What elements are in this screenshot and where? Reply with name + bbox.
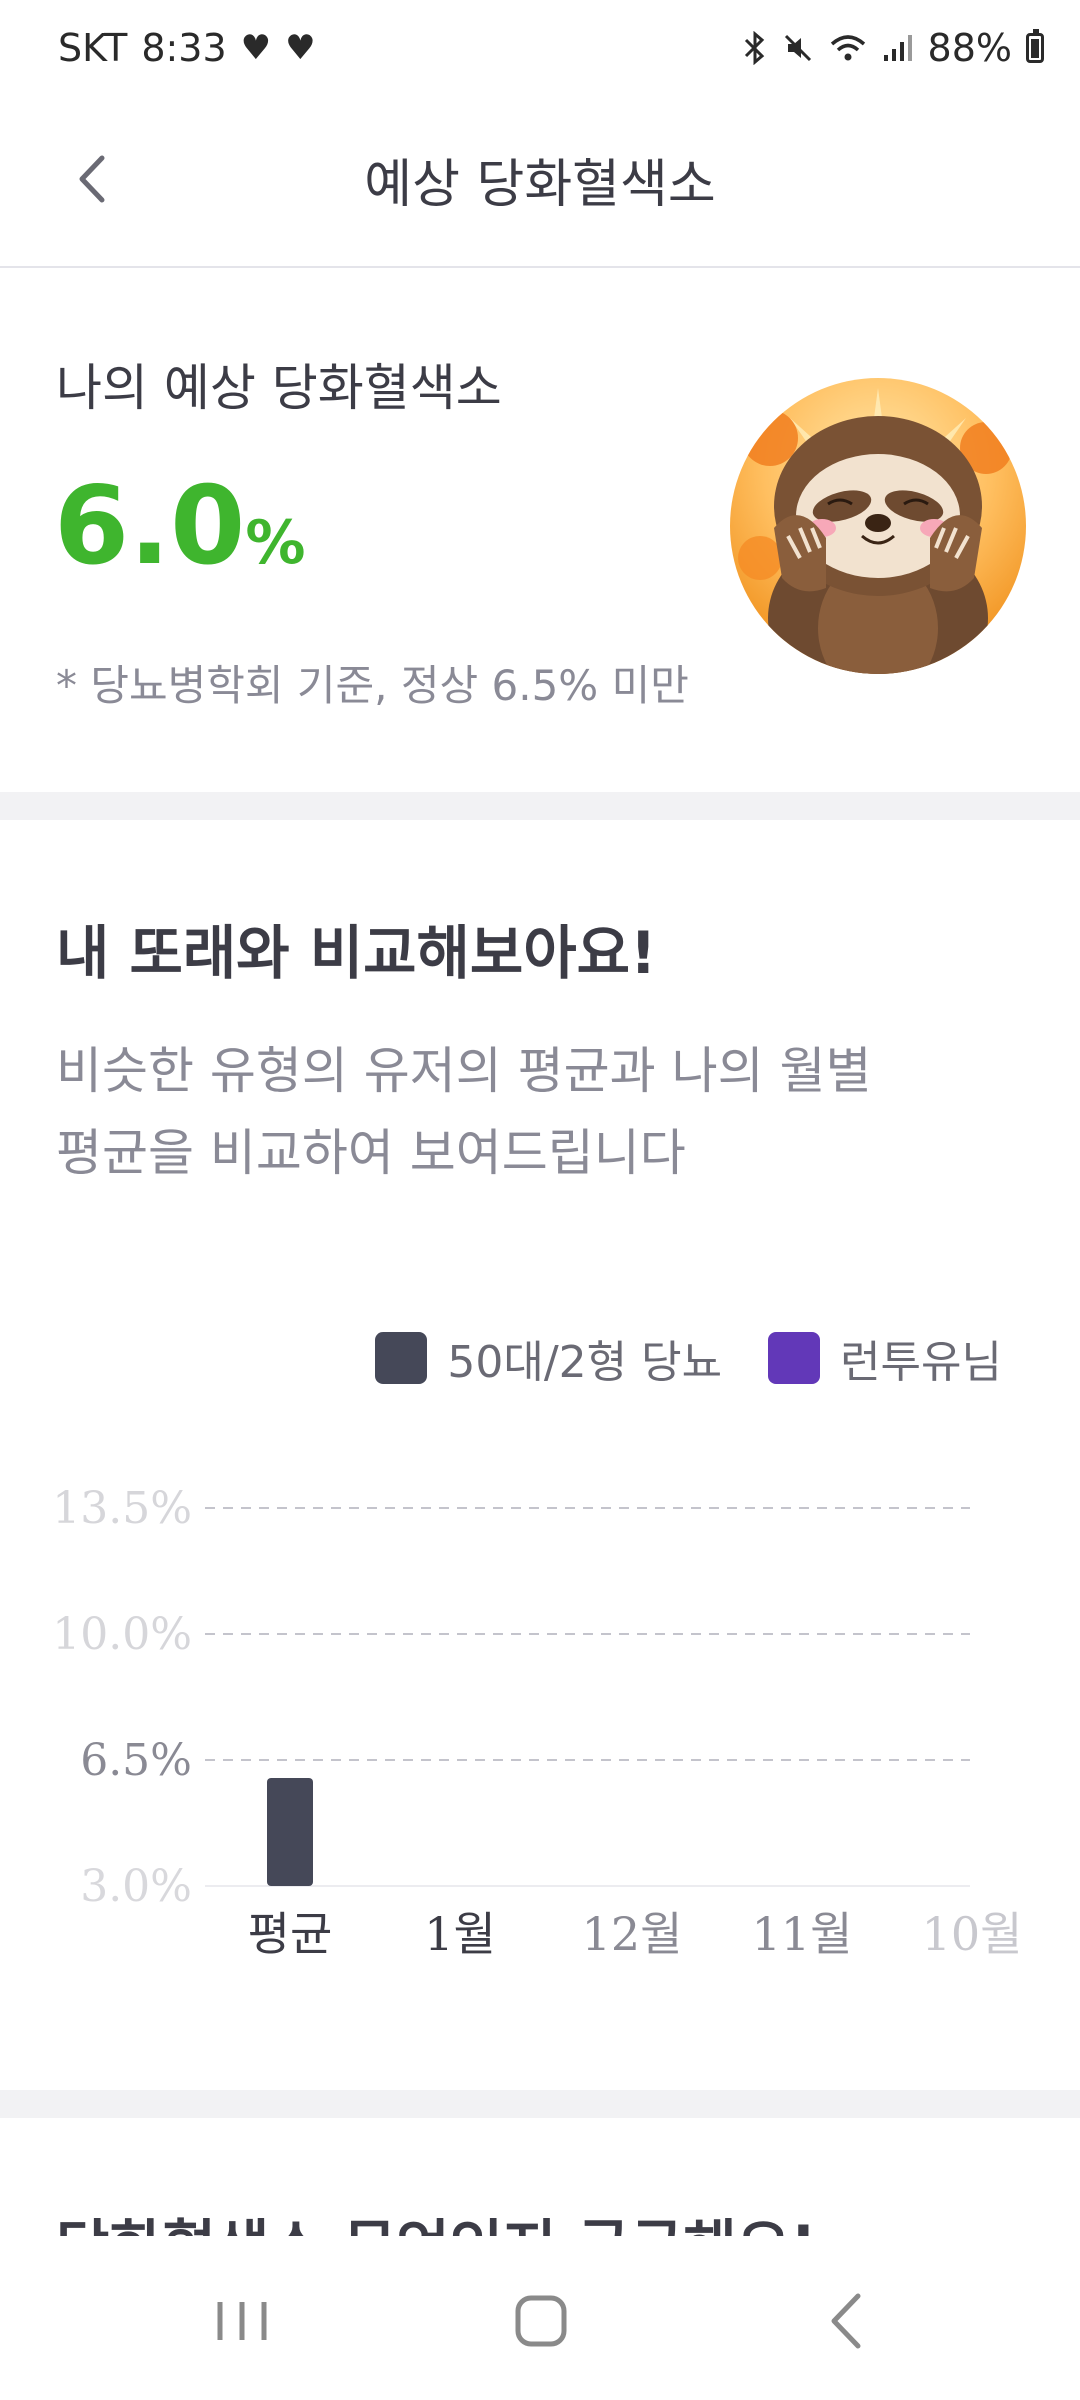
summary-label: 나의 예상 당화혈색소 (56, 359, 502, 417)
home-icon (515, 2295, 567, 2347)
legend-swatch-me (768, 1332, 821, 1384)
chart-bar (267, 1778, 313, 1886)
y-tick-label: 3.0% (80, 1861, 192, 1912)
x-tick-label[interactable]: 11월 (752, 1907, 853, 1961)
y-tick-label: 13.5% (52, 1483, 192, 1534)
wifi-icon (830, 35, 865, 61)
compare-description: 비슷한 유형의 유저의 평균과 나의 월별 평균을 비교하여 보여드립니다 (56, 1030, 1016, 1194)
home-button[interactable] (490, 2276, 590, 2366)
summary-section: 나의 예상 당화혈색소 6.0% * 당뇨병학회 기준, 정상 6.5% 미만 (0, 268, 1080, 792)
hba1c-number: 6.0 (54, 464, 246, 589)
bluetooth-icon (744, 31, 764, 65)
clock-text: 8:33 (141, 26, 227, 70)
legend-label-me: 런투유님 (840, 1337, 1002, 1388)
chart-legend: 50대/2형 당뇨 런투유님 (375, 1326, 1002, 1390)
recent-apps-icon (217, 2302, 267, 2340)
page-title: 예상 당화혈색소 (364, 155, 716, 215)
heart-icon: ♥ (285, 28, 316, 68)
x-tick-label[interactable]: 10월 (922, 1907, 1023, 1961)
x-tick-label[interactable]: 평균 (248, 1907, 333, 1961)
x-tick-label[interactable]: 1월 (424, 1907, 496, 1961)
recent-apps-button[interactable] (192, 2276, 292, 2366)
compare-description-line: 평균을 비교하여 보여드립니다 (56, 1124, 686, 1182)
battery-icon (1026, 29, 1044, 63)
x-tick-label[interactable]: 12월 (582, 1907, 683, 1961)
compare-title: 내 또래와 비교해보아요! (56, 919, 657, 987)
criteria-note: * 당뇨병학회 기준, 정상 6.5% 미만 (56, 661, 689, 710)
hba1c-value: 6.0% (54, 464, 305, 589)
status-bar: SKT 8:33 ♥ ♥ 88% (0, 0, 1080, 100)
battery-percent: 88% (927, 26, 1012, 70)
back-icon (831, 2293, 861, 2349)
sloth-avatar (730, 378, 1026, 674)
system-nav-bar (0, 2236, 1080, 2400)
app-header: 예상 당화혈색소 (0, 100, 1080, 268)
legend-swatch-peer (375, 1332, 428, 1384)
carrier-text: SKT (58, 26, 128, 70)
status-left: SKT 8:33 ♥ ♥ (58, 26, 316, 70)
legend-label-peer: 50대/2형 당뇨 (447, 1337, 723, 1388)
status-right: 88% (742, 26, 1044, 70)
signal-icon (883, 35, 912, 61)
heart-icon: ♥ (240, 28, 272, 68)
section-divider (0, 2090, 1080, 2118)
compare-description-line: 비슷한 유형의 유저의 평균과 나의 월별 (56, 1042, 872, 1100)
hba1c-bar-chart: 3.0% 6.5% 10.0% 13.5% 평균 1월 12월 11월 10월 (52, 1483, 1023, 1961)
y-tick-label: 6.5% (80, 1735, 192, 1786)
system-back-button[interactable] (798, 2276, 898, 2366)
mute-icon (784, 34, 811, 62)
y-tick-label: 10.0% (52, 1609, 192, 1660)
section-divider (0, 792, 1080, 820)
hba1c-unit: % (245, 508, 306, 578)
